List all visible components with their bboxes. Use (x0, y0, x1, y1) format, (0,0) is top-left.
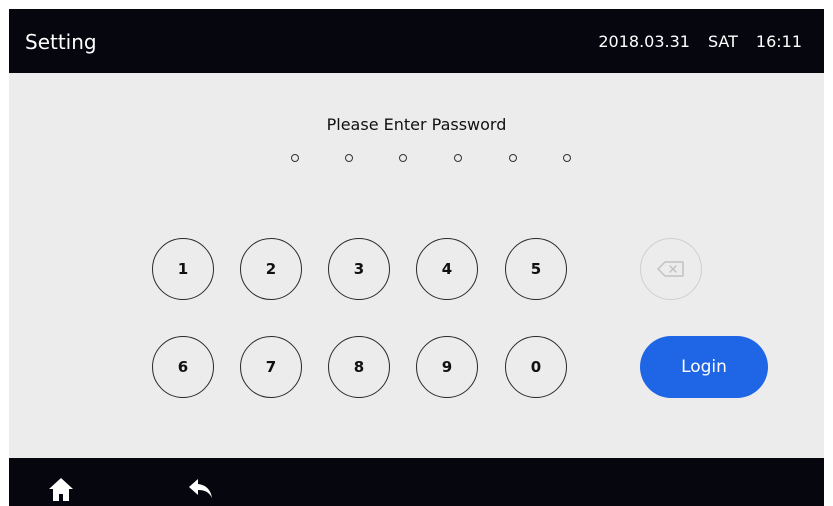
key-5-button[interactable]: 5 (505, 238, 567, 300)
password-dots (291, 154, 571, 168)
key-7-button[interactable]: 7 (240, 336, 302, 398)
password-dot (454, 154, 462, 162)
key-3-button[interactable]: 3 (328, 238, 390, 300)
back-arrow-icon (189, 479, 212, 498)
home-icon (49, 478, 73, 501)
key-8-button[interactable]: 8 (328, 336, 390, 398)
key-4-button[interactable]: 4 (416, 238, 478, 300)
password-dot (399, 154, 407, 162)
bottom-bar (9, 458, 824, 506)
status-area: 2018.03.31 SAT 16:11 (598, 32, 802, 52)
password-dot (345, 154, 353, 162)
login-button[interactable]: Login (640, 336, 768, 398)
backspace-icon (657, 261, 684, 277)
date-text: 2018.03.31 (598, 32, 690, 51)
backspace-button[interactable] (640, 238, 702, 300)
weekday-text: SAT (707, 32, 738, 51)
home-button[interactable] (47, 476, 75, 502)
password-dot (291, 154, 299, 162)
password-prompt: Please Enter Password (326, 115, 507, 134)
key-2-button[interactable]: 2 (240, 238, 302, 300)
password-dot (563, 154, 571, 162)
top-bar: Setting 2018.03.31 SAT 16:11 (9, 9, 824, 73)
key-6-button[interactable]: 6 (152, 336, 214, 398)
screen: Setting 2018.03.31 SAT 16:11 Please Ente… (9, 9, 824, 506)
page-title: Setting (25, 30, 97, 54)
key-9-button[interactable]: 9 (416, 336, 478, 398)
password-dot (509, 154, 517, 162)
key-0-button[interactable]: 0 (505, 336, 567, 398)
back-button[interactable] (187, 476, 215, 502)
time-text: 16:11 (755, 32, 802, 51)
key-1-button[interactable]: 1 (152, 238, 214, 300)
